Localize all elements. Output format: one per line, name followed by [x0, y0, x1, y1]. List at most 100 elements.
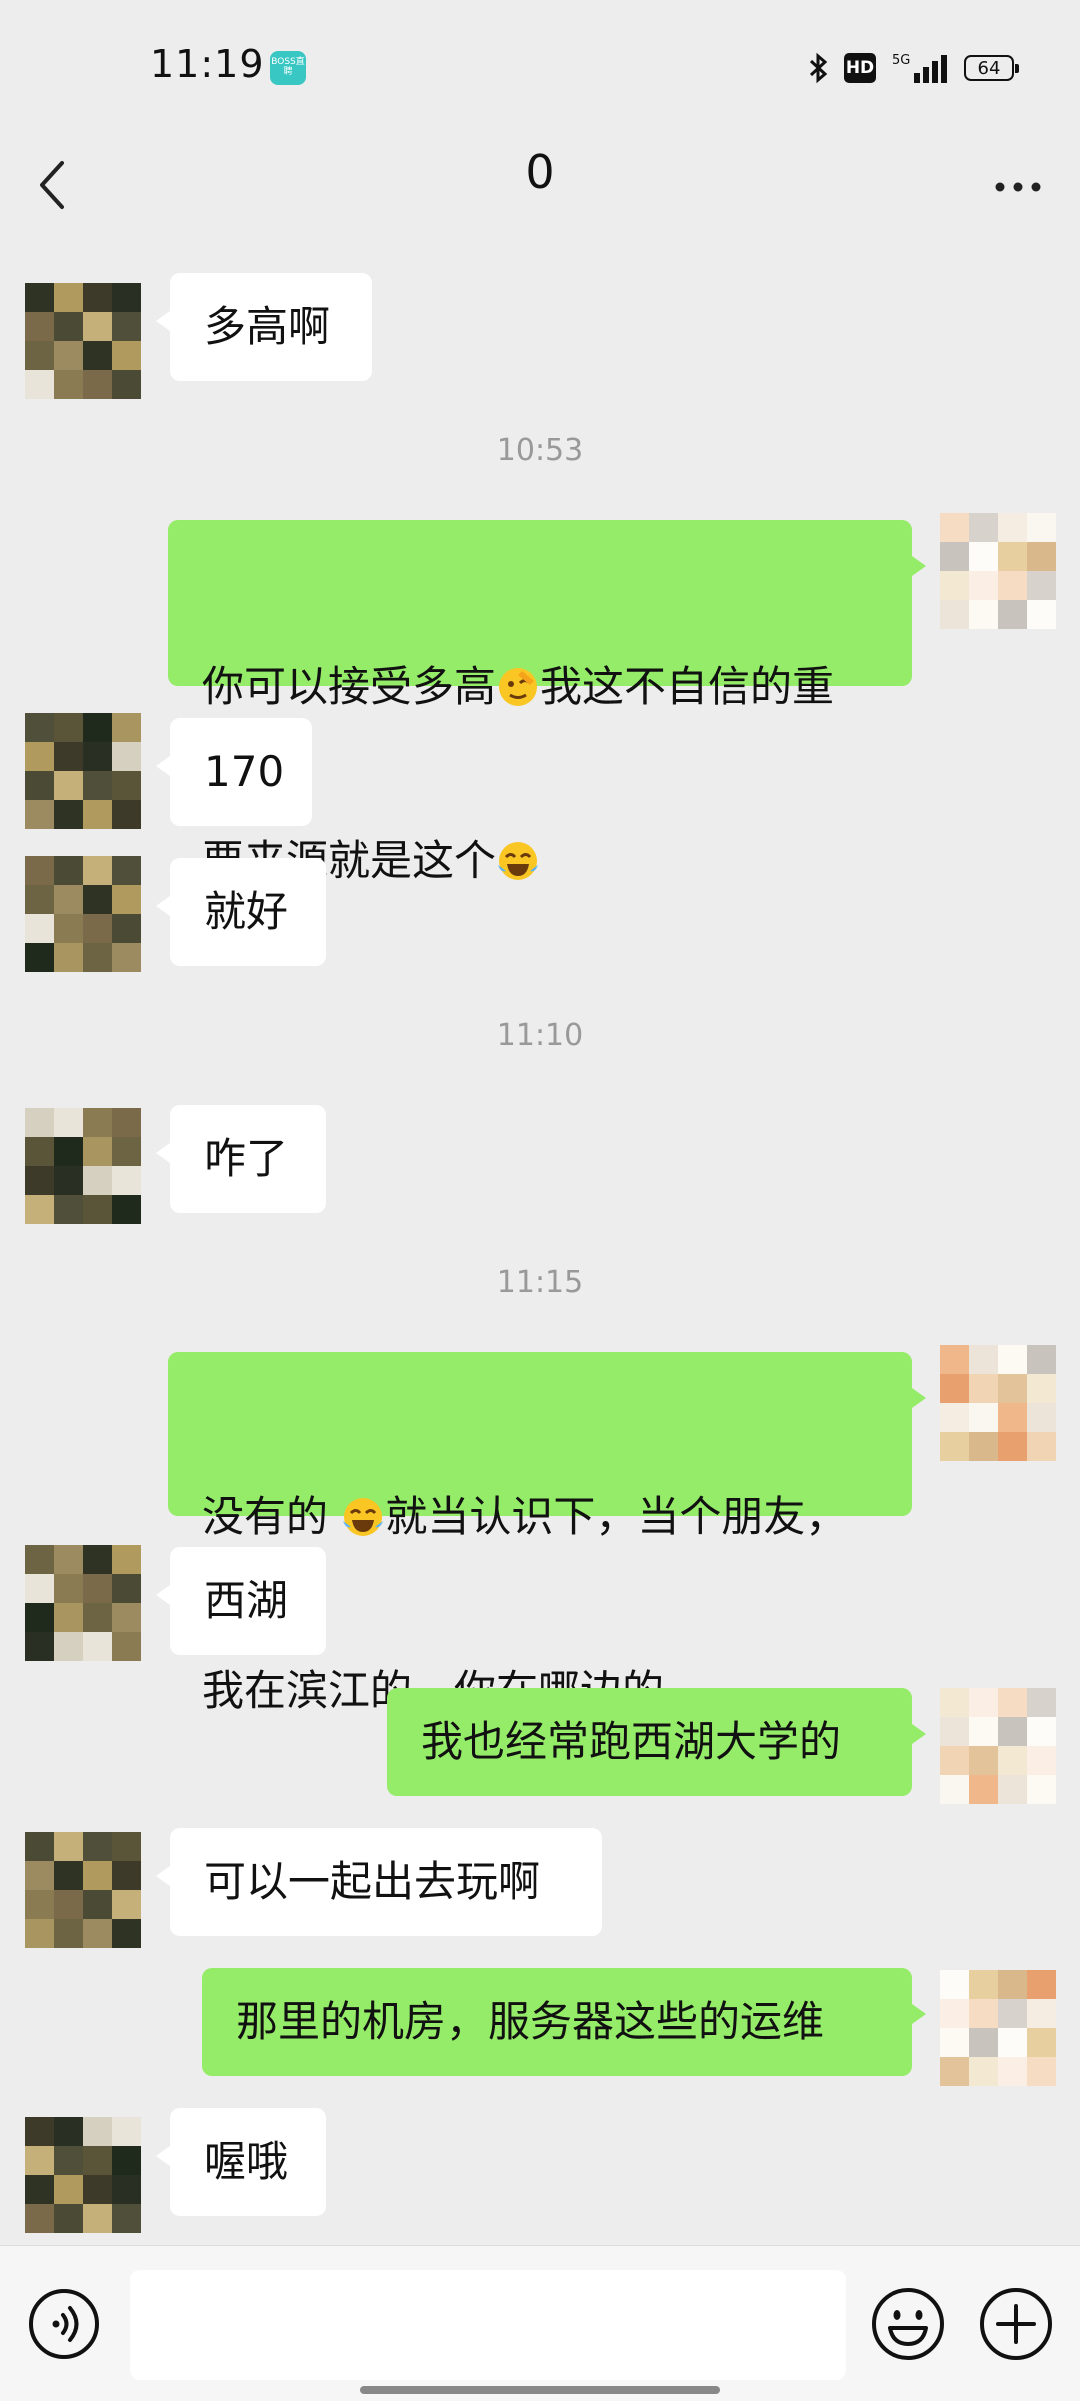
- avatar-pixel: [1027, 1746, 1056, 1775]
- avatar-pixel: [112, 2175, 141, 2204]
- my-avatar[interactable]: [940, 1345, 1056, 1461]
- emoji-icon[interactable]: [868, 2284, 948, 2364]
- avatar-pixel: [54, 2175, 83, 2204]
- my-avatar[interactable]: [940, 1688, 1056, 1804]
- avatar-pixel: [940, 1970, 969, 1999]
- avatar-pixel: [998, 1345, 1027, 1374]
- avatar-pixel: [54, 1195, 83, 1224]
- avatar-pixel: [25, 2117, 54, 2146]
- avatar-pixel: [25, 1108, 54, 1137]
- home-indicator[interactable]: [360, 2386, 720, 2394]
- avatar-pixel: [83, 1861, 112, 1890]
- avatar-pixel: [54, 1166, 83, 1195]
- avatar-pixel: [83, 1919, 112, 1948]
- avatar-pixel: [998, 1432, 1027, 1461]
- contact-avatar[interactable]: [25, 2117, 141, 2233]
- message-text: 170: [204, 747, 285, 796]
- avatar-pixel: [54, 312, 83, 341]
- incoming-message[interactable]: 多高啊: [156, 273, 372, 381]
- avatar-pixel: [969, 1345, 998, 1374]
- incoming-message[interactable]: 西湖: [156, 1547, 326, 1655]
- avatar-pixel: [1027, 2057, 1056, 2086]
- avatar-pixel: [83, 1166, 112, 1195]
- avatar-pixel: [83, 800, 112, 829]
- avatar-pixel: [54, 856, 83, 885]
- avatar-pixel: [54, 2146, 83, 2175]
- avatar-pixel: [54, 341, 83, 370]
- avatar-pixel: [969, 600, 998, 629]
- message-text: 我这不自信的重: [540, 662, 835, 711]
- avatar-pixel: [25, 1861, 54, 1890]
- avatar-pixel: [940, 513, 969, 542]
- my-avatar[interactable]: [940, 513, 1056, 629]
- incoming-message[interactable]: 喔哦: [156, 2108, 326, 2216]
- avatar-pixel: [998, 1746, 1027, 1775]
- avatar-pixel: [112, 1574, 141, 1603]
- avatar-pixel: [940, 542, 969, 571]
- avatar-pixel: [83, 1574, 112, 1603]
- avatar-pixel: [54, 283, 83, 312]
- avatar-pixel: [969, 542, 998, 571]
- incoming-message[interactable]: 咋了: [156, 1105, 326, 1213]
- avatar-pixel: [969, 2057, 998, 2086]
- avatar-pixel: [54, 370, 83, 399]
- avatar-pixel: [112, 1137, 141, 1166]
- avatar-pixel: [112, 1890, 141, 1919]
- contact-avatar[interactable]: [25, 1545, 141, 1661]
- avatar-pixel: [112, 341, 141, 370]
- avatar-pixel: [112, 1832, 141, 1861]
- avatar-pixel: [998, 1374, 1027, 1403]
- avatar-pixel: [940, 1688, 969, 1717]
- avatar-pixel: [83, 2175, 112, 2204]
- outgoing-message[interactable]: 那里的机房，服务器这些的运维: [202, 1968, 926, 2076]
- avatar-pixel: [25, 1166, 54, 1195]
- avatar-pixel: [112, 943, 141, 972]
- battery-icon: 64: [964, 55, 1019, 81]
- avatar-pixel: [969, 1746, 998, 1775]
- avatar-pixel: [940, 1345, 969, 1374]
- avatar-pixel: [998, 2028, 1027, 2057]
- avatar-pixel: [112, 1545, 141, 1574]
- outgoing-message[interactable]: 我也经常跑西湖大学的: [387, 1688, 926, 1796]
- avatar-pixel: [940, 2057, 969, 2086]
- avatar-pixel: [83, 1545, 112, 1574]
- contact-avatar[interactable]: [25, 283, 141, 399]
- plus-icon[interactable]: [976, 2284, 1056, 2364]
- more-dots-icon[interactable]: [986, 149, 1050, 215]
- contact-avatar[interactable]: [25, 1108, 141, 1224]
- avatar-pixel: [83, 1890, 112, 1919]
- incoming-message[interactable]: 就好: [156, 858, 326, 966]
- hd-badge-icon: HD: [844, 53, 876, 83]
- avatar-pixel: [969, 1970, 998, 1999]
- contact-avatar[interactable]: [25, 856, 141, 972]
- avatar-pixel: [940, 1999, 969, 2028]
- incoming-message[interactable]: 可以一起出去玩啊: [156, 1828, 602, 1936]
- contact-avatar[interactable]: [25, 713, 141, 829]
- message-text: 喔哦: [204, 2137, 289, 2186]
- avatar-pixel: [1027, 1345, 1056, 1374]
- outgoing-message[interactable]: 没有的 就当认识下，当个朋友， 我在滨江的，你在哪边的: [168, 1352, 926, 1715]
- avatar-pixel: [1027, 1717, 1056, 1746]
- avatar-pixel: [25, 1890, 54, 1919]
- incoming-message[interactable]: 170: [156, 718, 312, 826]
- contact-avatar[interactable]: [25, 1832, 141, 1948]
- outgoing-message[interactable]: 你可以接受多高 我这不自信的重 要来源就是这个: [168, 520, 926, 885]
- avatar-pixel: [112, 2117, 141, 2146]
- avatar-pixel: [998, 1403, 1027, 1432]
- voice-icon[interactable]: [26, 2286, 102, 2362]
- avatar-pixel: [25, 800, 54, 829]
- avatar-pixel: [1027, 1970, 1056, 1999]
- chat-list[interactable]: 多高啊 10:53 你可以接受多高 我这不自信的重 要来源就是这个 170 就好 …: [0, 240, 1080, 2245]
- my-avatar[interactable]: [940, 1970, 1056, 2086]
- avatar-pixel: [1027, 1999, 1056, 2028]
- avatar-pixel: [54, 1861, 83, 1890]
- avatar-pixel: [998, 1775, 1027, 1804]
- message-text: 你可以接受多高: [202, 662, 497, 711]
- avatar-pixel: [1027, 513, 1056, 542]
- message-text: 我也经常跑西湖大学的: [421, 1717, 842, 1766]
- message-text: 咋了: [204, 1134, 289, 1183]
- avatar-pixel: [83, 771, 112, 800]
- avatar-pixel: [969, 571, 998, 600]
- avatar-pixel: [112, 370, 141, 399]
- message-input[interactable]: [130, 2270, 846, 2380]
